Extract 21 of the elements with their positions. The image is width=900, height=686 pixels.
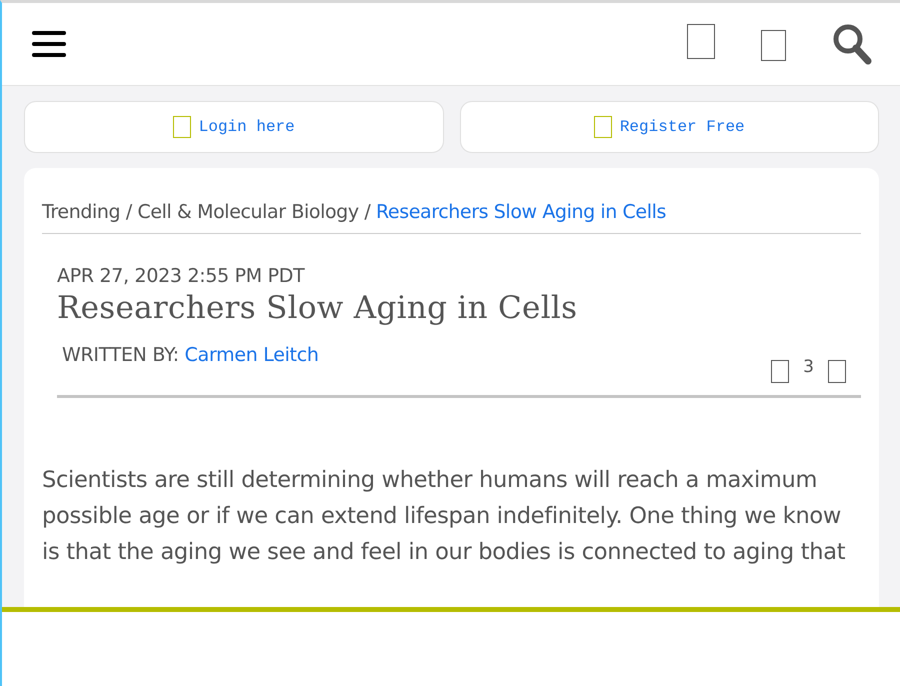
breadcrumb-separator: / bbox=[364, 201, 370, 223]
box-icon[interactable] bbox=[687, 24, 715, 59]
box-icon[interactable] bbox=[828, 360, 846, 384]
article-paragraph: Scientists are still determining whether humans will reach a maximum possible age or if we can extend lifespan indefinitely. One thing we know is that the aging we see and feel in our bodies is connected to aging that bbox=[42, 466, 846, 568]
breadcrumb-link[interactable]: Cell & Molecular Biology bbox=[137, 201, 359, 223]
breadcrumb-current: Researchers Slow Aging in Cells bbox=[376, 201, 666, 223]
comment-count: 3 bbox=[803, 356, 814, 380]
article-title: Researchers Slow Aging in Cells bbox=[57, 290, 578, 328]
byline-label: WRITTEN BY: bbox=[62, 344, 179, 366]
search-icon[interactable] bbox=[832, 23, 872, 65]
box-icon[interactable] bbox=[771, 360, 790, 384]
breadcrumb-separator: / bbox=[126, 201, 132, 223]
menu-icon[interactable] bbox=[32, 31, 66, 57]
account-button[interactable]: Login here bbox=[24, 101, 444, 153]
breadcrumb-link[interactable]: Trending bbox=[42, 201, 120, 223]
box-icon[interactable] bbox=[761, 30, 786, 61]
author-link[interactable]: Carmen Leitch bbox=[184, 344, 319, 366]
box-icon bbox=[172, 116, 191, 138]
article-date: APR 27, 2023 2:55 PM PDT bbox=[57, 264, 306, 288]
box-icon bbox=[594, 116, 612, 138]
account-button[interactable]: Register Free bbox=[460, 101, 879, 153]
